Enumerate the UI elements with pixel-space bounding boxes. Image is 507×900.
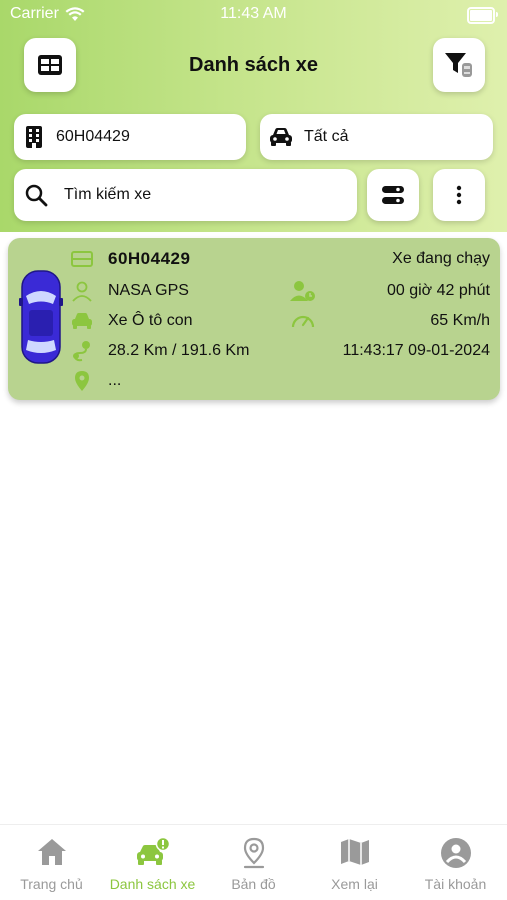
vehicle-address: ... (108, 372, 122, 389)
server-toggle-icon (382, 186, 404, 204)
tab-map-label: Bản đồ (231, 876, 276, 892)
vehicle-type-value: Tất cả (304, 128, 349, 145)
car-icon (270, 128, 292, 146)
vehicle-type: Xe Ô tô con (108, 312, 193, 329)
vehicle-duration: 00 giờ 42 phút (386, 282, 490, 299)
user-icon (72, 281, 92, 302)
vehicle-list-screen: Carrier 11:43 AM Danh sách xe 60H04429 T… (0, 0, 507, 900)
vehicle-distance: 28.2 Km / 191.6 Km (108, 342, 250, 359)
search-placeholder: Tìm kiếm xe (64, 186, 152, 203)
page-title: Danh sách xe (189, 54, 318, 76)
search-input[interactable]: Tìm kiếm xe (14, 169, 357, 221)
plate-select[interactable]: 60H04429 (14, 114, 246, 160)
tab-map[interactable]: Bản đồ (203, 825, 304, 900)
vehicle-timestamp: 11:43:17 09-01-2024 (342, 342, 490, 359)
tab-playback[interactable]: Xem lại (304, 825, 405, 900)
home-icon (37, 839, 66, 865)
tab-vehicle-list-label: Danh sách xe (109, 876, 196, 892)
tab-playback-label: Xem lại (331, 876, 378, 892)
battery-icon (467, 7, 498, 24)
plate-value: 60H04429 (56, 128, 130, 145)
vehicle-speed: 65 Km/h (430, 312, 490, 329)
car-top-view-icon (19, 270, 63, 364)
view-toggle-button[interactable] (367, 169, 419, 221)
filter-car-icon (445, 53, 472, 77)
vehicle-card[interactable]: 60H04429 Xe đang chạy NASA GPS 00 giờ 42… (8, 238, 500, 400)
tab-vehicle-list[interactable]: Danh sách xe (102, 825, 203, 900)
car-type-icon (72, 313, 92, 329)
clock: 11:43 AM (220, 5, 287, 22)
header: Carrier 11:43 AM Danh sách xe 60H04429 T… (0, 0, 507, 232)
location-pin-icon (243, 837, 264, 869)
vehicle-plate: 60H04429 (108, 249, 191, 268)
building-icon (26, 126, 42, 148)
location-pin-icon (75, 371, 89, 391)
license-plate-icon (71, 251, 93, 267)
map-icon (340, 839, 369, 865)
more-options-button[interactable] (433, 169, 485, 221)
driver-time-icon (290, 281, 315, 301)
vehicle-type-select[interactable]: Tất cả (260, 114, 493, 160)
vehicle-provider: NASA GPS (108, 282, 189, 299)
tab-home[interactable]: Trang chủ (1, 825, 102, 900)
status-bar: Carrier 11:43 AM (0, 0, 507, 30)
tab-account[interactable]: Tài khoản (405, 825, 506, 900)
route-icon (73, 341, 90, 362)
speedometer-icon (291, 315, 315, 328)
search-icon (25, 184, 48, 207)
tab-home-label: Trang chủ (20, 876, 83, 892)
tab-bar: Trang chủ Danh sách xe Bản đồ Xem lại Tà… (0, 824, 507, 900)
vehicle-status: Xe đang chạy (392, 250, 490, 267)
filter-button[interactable] (433, 38, 485, 92)
car-alert-icon (136, 837, 170, 865)
account-icon (440, 838, 471, 868)
more-vertical-icon (456, 185, 462, 205)
tab-account-label: Tài khoản (424, 876, 487, 892)
